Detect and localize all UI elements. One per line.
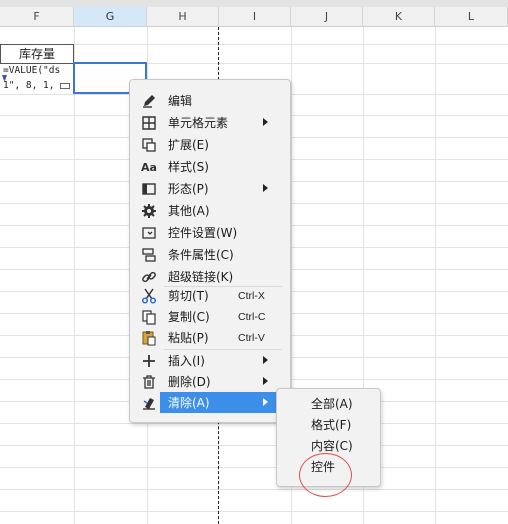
scissors-icon — [138, 285, 160, 306]
shortcut-label: Ctrl-V — [238, 331, 265, 344]
menu-item-insert[interactable]: 插入(I) — [138, 350, 282, 371]
pencil-icon — [138, 90, 160, 111]
menu-item-label: 编辑 — [168, 94, 193, 108]
menu-item-clear[interactable]: 清除(A) — [138, 392, 282, 413]
menu-item-label: 粘贴(P) — [168, 331, 209, 345]
menu-item-hyperlink[interactable]: 超级链接(K) — [138, 266, 282, 287]
menu-item-label: 条件属性(C) — [168, 248, 234, 262]
paste-icon — [138, 327, 160, 348]
condition-attribute-icon — [138, 244, 160, 265]
menu-item-edit[interactable]: 编辑 — [138, 90, 282, 111]
eraser-icon — [138, 392, 160, 413]
column-header-g[interactable]: G — [74, 7, 147, 27]
menu-item-label: 清除(A) — [168, 396, 210, 410]
formula-text-line1[interactable]: =VALUE("ds — [3, 65, 60, 76]
shortcut-label: Ctrl-C — [238, 310, 266, 323]
menu-item-condition-attribute[interactable]: 条件属性(C) — [138, 244, 282, 265]
submenu-arrow-icon — [263, 118, 268, 126]
toolbar-strip — [0, 0, 508, 7]
menu-item-style[interactable]: Aa 样式(S) — [138, 156, 282, 177]
submenu-arrow-icon — [263, 377, 268, 385]
menu-item-form[interactable]: 形态(P) — [138, 178, 282, 199]
column-header-f[interactable]: F — [0, 7, 74, 27]
widget-indicator-icon — [60, 83, 70, 89]
trash-icon — [138, 371, 160, 392]
menu-item-widget-settings[interactable]: 控件设置(W) — [138, 222, 282, 243]
menu-item-label: 删除(D) — [168, 375, 211, 389]
cell-header-kucunliang[interactable]: 库存量 — [0, 44, 74, 64]
copy-icon — [138, 306, 160, 327]
column-header-h[interactable]: H — [147, 7, 219, 27]
menu-item-cut[interactable]: 剪切(T) Ctrl-X — [138, 285, 282, 306]
column-header-j[interactable]: J — [291, 7, 363, 27]
plus-icon — [138, 350, 160, 371]
column-header-l[interactable]: L — [435, 7, 508, 27]
menu-item-paste[interactable]: 粘贴(P) Ctrl-V — [138, 327, 282, 348]
column-header-i[interactable]: I — [219, 7, 291, 27]
expand-icon — [138, 134, 160, 155]
formula-text-line2[interactable]: 1", 8, 1, — [3, 80, 54, 91]
menu-item-cell-element[interactable]: 单元格元素 — [138, 112, 282, 133]
menu-item-label: 其他(A) — [168, 204, 210, 218]
menu-item-label: 插入(I) — [168, 354, 205, 368]
menu-item-copy[interactable]: 复制(C) Ctrl-C — [138, 306, 282, 327]
submenu-item-all[interactable]: 全部(A) — [311, 394, 353, 414]
style-icon: Aa — [138, 156, 160, 177]
menu-item-label: 剪切(T) — [168, 289, 209, 303]
menu-item-label: 控件设置(W) — [168, 226, 238, 240]
submenu-arrow-icon — [263, 356, 268, 364]
menu-item-other[interactable]: 其他(A) — [138, 200, 282, 221]
menu-item-label: 超级链接(K) — [168, 270, 234, 284]
menu-item-label: 复制(C) — [168, 310, 210, 324]
shortcut-label: Ctrl-X — [238, 289, 265, 302]
submenu-arrow-icon — [263, 184, 268, 192]
menu-item-label: 扩展(E) — [168, 138, 209, 152]
menu-item-delete[interactable]: 删除(D) — [138, 371, 282, 392]
menu-item-label: 样式(S) — [168, 160, 209, 174]
context-menu: 编辑 单元格元素 扩展(E) Aa 样式(S) 形态(P) 其他(A) 控件设置… — [129, 79, 291, 423]
link-icon — [138, 266, 160, 287]
widget-settings-icon — [138, 222, 160, 243]
submenu-arrow-icon — [263, 398, 268, 406]
gear-icon — [138, 200, 160, 221]
svg-text:Aa: Aa — [141, 161, 157, 174]
form-icon — [138, 178, 160, 199]
cell-element-icon — [138, 112, 160, 133]
column-header-k[interactable]: K — [363, 7, 435, 27]
submenu-item-format[interactable]: 格式(F) — [311, 415, 351, 435]
menu-item-label: 单元格元素 — [168, 116, 229, 130]
menu-item-expand[interactable]: 扩展(E) — [138, 134, 282, 155]
menu-item-label: 形态(P) — [168, 182, 209, 196]
highlight-circle — [299, 453, 352, 497]
